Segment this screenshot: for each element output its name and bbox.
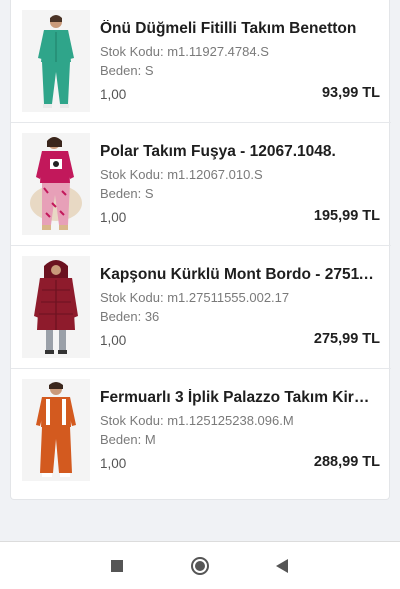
product-image[interactable] (22, 379, 90, 481)
quantity: 1,00 (100, 87, 127, 102)
square-icon (111, 560, 123, 572)
product-item[interactable]: Önü Düğmeli Fitilli Takım Benetton Stok … (11, 0, 391, 123)
size-label: Beden: M (100, 432, 156, 447)
stock-code: Stok Kodu: m1.11927.4784.S (100, 44, 269, 59)
size-label: Beden: 36 (100, 309, 160, 324)
product-image[interactable] (22, 10, 90, 112)
product-title[interactable]: Polar Takım Fuşya - 12067.1048. (100, 143, 376, 161)
order-items-card: Önü Düğmeli Fitilli Takım Benetton Stok … (10, 0, 391, 500)
recent-apps-button[interactable] (105, 554, 129, 578)
product-image[interactable] (22, 133, 90, 235)
triangle-back-icon (276, 559, 288, 573)
quantity: 1,00 (100, 333, 127, 348)
back-button[interactable] (270, 554, 294, 578)
product-title[interactable]: Önü Düğmeli Fitilli Takım Benetton (100, 20, 376, 38)
size-label: Beden: S (100, 63, 154, 78)
product-title[interactable]: Kapşonu Kürklü Mont Bordo - 27511555 (100, 266, 376, 284)
price: 288,99 TL (313, 454, 380, 470)
system-navigation-bar (0, 541, 400, 589)
quantity: 1,00 (100, 456, 127, 471)
orange-palazzo-set-photo (22, 379, 90, 481)
size-label: Beden: S (100, 186, 154, 201)
burgundy-coat-photo (22, 256, 90, 358)
green-pajama-set-photo (22, 10, 90, 112)
price: 195,99 TL (313, 208, 380, 224)
stock-code: Stok Kodu: m1.27511555.002.17 (100, 290, 290, 305)
circle-icon (191, 557, 209, 575)
stock-code: Stok Kodu: m1.125125238.096.M (100, 413, 294, 428)
price: 275,99 TL (313, 331, 380, 347)
quantity: 1,00 (100, 210, 127, 225)
product-item[interactable]: Polar Takım Fuşya - 12067.1048. Stok Kod… (11, 123, 391, 246)
stock-code: Stok Kodu: m1.12067.010.S (100, 167, 263, 182)
fuchsia-fleece-set-photo (22, 133, 90, 235)
product-image[interactable] (22, 256, 90, 358)
product-title[interactable]: Fermuarlı 3 İplik Palazzo Takım Kiremit (100, 389, 376, 407)
product-item[interactable]: Kapşonu Kürklü Mont Bordo - 27511555 Sto… (11, 246, 391, 369)
product-item[interactable]: Fermuarlı 3 İplik Palazzo Takım Kiremit … (11, 369, 391, 492)
home-button[interactable] (188, 554, 212, 578)
price: 93,99 TL (321, 85, 380, 101)
